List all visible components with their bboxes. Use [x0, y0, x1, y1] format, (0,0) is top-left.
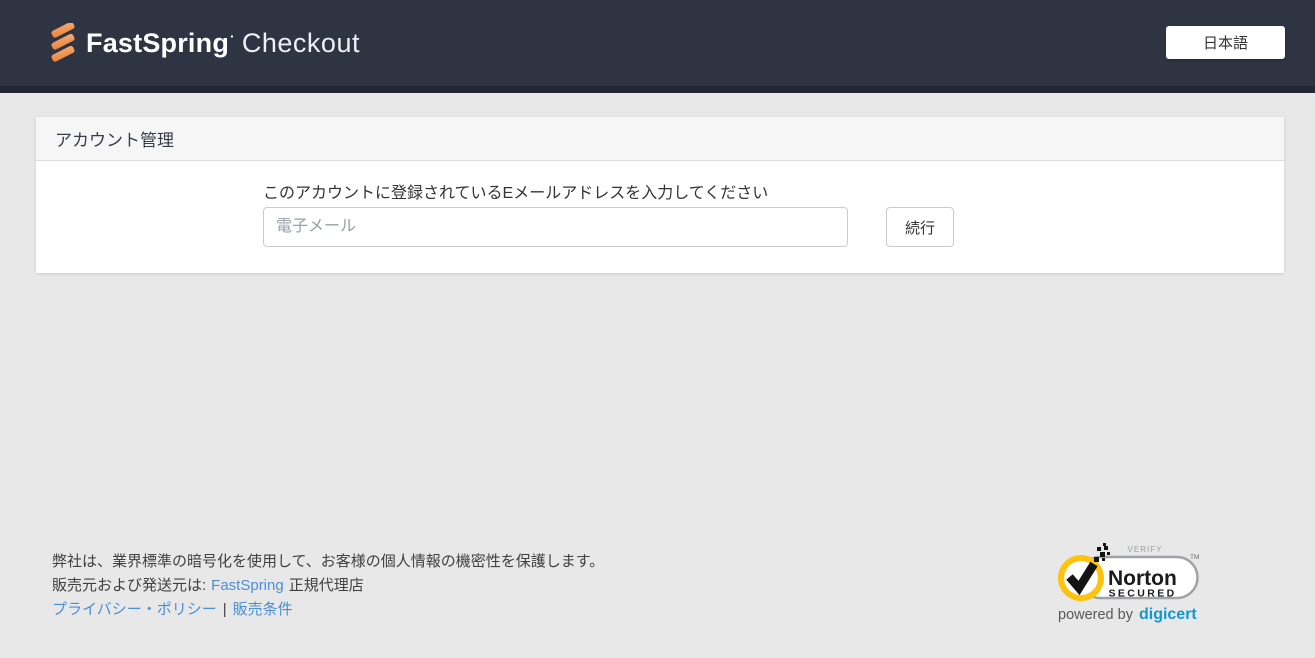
panel-title: アカウント管理 — [55, 126, 174, 151]
panel-body: このアカウントに登録されているEメールアドレスを入力してください 続行 — [36, 161, 1284, 273]
language-selector-button[interactable]: 日本語 — [1166, 26, 1285, 59]
account-management-panel: アカウント管理 このアカウントに登録されているEメールアドレスを入力してください… — [36, 117, 1284, 273]
brand-logo[interactable]: FastSpring· Checkout — [50, 23, 360, 63]
panel-header: アカウント管理 — [36, 117, 1284, 161]
brand-trademark: · — [230, 28, 235, 44]
privacy-policy-link[interactable]: プライバシー・ポリシー — [52, 601, 217, 618]
secured-label: SECURED — [1109, 588, 1177, 600]
powered-by-line: powered by digicert — [1056, 606, 1206, 624]
footer: 弊社は、業界標準の暗号化を使用して、お客様の個人情報の機密性を保護します。 販売… — [52, 550, 604, 622]
links-separator: | — [223, 601, 227, 618]
digicert-label: digicert — [1139, 606, 1197, 624]
norton-seal-icon: VERIFY TM Norton SECURED — [1056, 543, 1206, 605]
norton-secured-seal[interactable]: VERIFY TM Norton SECURED powered by digi… — [1056, 543, 1206, 624]
continue-button[interactable]: 続行 — [886, 207, 954, 247]
seller-suffix: 正規代理店 — [289, 577, 364, 594]
seller-line: 販売元および発送元は: FastSpring 正規代理店 — [52, 574, 604, 598]
product-name: Checkout — [242, 28, 360, 59]
email-form-row: 続行 — [263, 207, 1284, 247]
email-input[interactable] — [263, 207, 848, 247]
seller-prefix: 販売元および発送元は: — [52, 577, 206, 594]
fastspring-link[interactable]: FastSpring — [211, 577, 284, 594]
email-label: このアカウントに登録されているEメールアドレスを入力してください — [263, 179, 1284, 199]
security-notice: 弊社は、業界標準の暗号化を使用して、お客様の個人情報の機密性を保護します。 — [52, 550, 604, 574]
trademark-label: TM — [1190, 554, 1199, 561]
fastspring-logo-icon — [50, 23, 76, 63]
legal-links-line: プライバシー・ポリシー | 販売条件 — [52, 598, 604, 622]
terms-link[interactable]: 販売条件 — [233, 601, 293, 618]
brand-name: FastSpring — [86, 28, 229, 59]
brand-title: FastSpring· Checkout — [86, 28, 360, 59]
powered-by-label: powered by — [1058, 607, 1133, 623]
header-bar: FastSpring· Checkout 日本語 — [0, 0, 1315, 93]
verify-label: VERIFY — [1128, 545, 1163, 554]
